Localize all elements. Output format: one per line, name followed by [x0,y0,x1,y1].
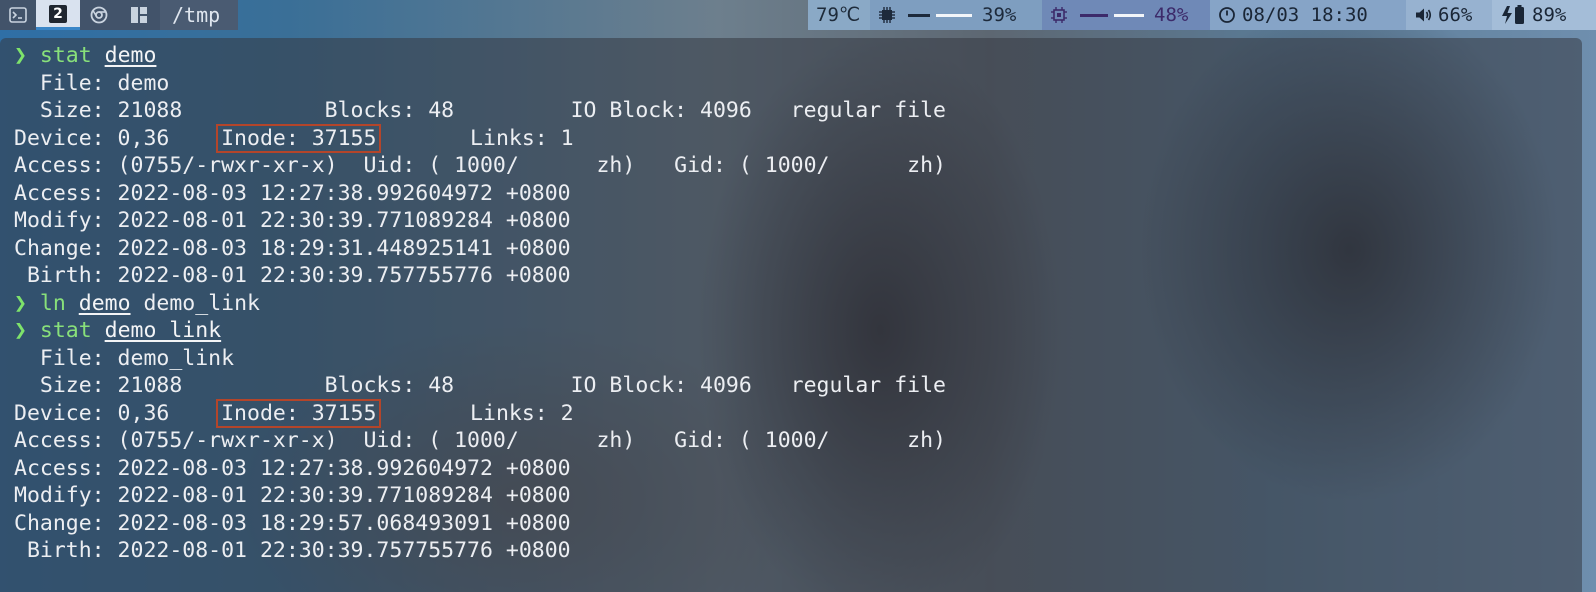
battery-module: 89% [1492,0,1596,30]
stat-device-line: Device: 0,36 Inode: 37155 Links: 1 [14,123,946,153]
cpu-module[interactable]: 39% [870,0,1042,30]
workspace-2-button[interactable]: 2 [36,0,80,30]
cpu-icon [878,6,896,24]
stat-birth-time-line: Birth: 2022-08-01 22:30:39.757755776 +08… [14,538,571,563]
stat-change-time-line: Change: 2022-08-03 18:29:57.068493091 +0… [14,510,571,536]
stat-access-time-line: Access: 2022-08-03 12:27:38.992604972 +0… [14,180,571,206]
prompt-symbol: ❯ [14,43,27,68]
terminal-output: ❯ stat demo File: demo Size: 21088 Block… [14,42,946,565]
speaker-icon [1414,6,1432,24]
clock-text: 08/03 18:30 [1242,4,1368,26]
links-text: Links: 1 [379,125,574,151]
grid-icon [131,7,147,23]
stat-access-perm-line: Access: (0755/-rwxr-xr-x) Uid: ( 1000/ z… [14,428,946,453]
battery-percent: 89% [1532,4,1567,26]
command-argument: demo [104,43,157,68]
stat-file-line: File: demo [14,70,170,96]
stat-access-time-line: Access: 2022-08-03 12:27:38.992604972 +0… [14,455,571,481]
top-status-bar: 2 /tmp 79℃ 39% 48% 08/03 18:30 66% 89% [0,0,1596,30]
workspace-1-button[interactable] [0,0,36,30]
memory-usage-bar [1080,13,1144,17]
volume-percent: 66% [1438,4,1473,26]
prompt-symbol: ❯ [14,290,27,316]
links-text: Links: 2 [379,400,574,426]
temperature-module: 79℃ [808,0,870,30]
command-name: ln [39,290,66,316]
clock-module[interactable]: 08/03 18:30 [1210,0,1406,30]
inode-highlight: Inode: 37155 [216,123,382,153]
inode-highlight: Inode: 37155 [216,398,382,428]
stat-device-line: Device: 0,36 Inode: 37155 Links: 2 [14,398,946,428]
terminal-icon [9,7,27,23]
cpu-percent: 39% [982,4,1017,26]
stat-modify-time-line: Modify: 2022-08-01 22:30:39.771089284 +0… [14,208,571,233]
stat-file-line: File: demo_link [14,345,235,371]
command-line: ❯ stat demo [14,42,946,70]
command-name: stat [39,318,92,343]
device-text: Device: 0,36 [14,400,222,426]
workspace-3-button[interactable] [80,0,118,30]
stat-size-line: Size: 21088 Blocks: 48 IO Block: 4096 re… [14,98,946,123]
current-directory: /tmp [160,0,238,30]
stat-birth-time-line: Birth: 2022-08-01 22:30:39.757755776 +08… [14,263,571,288]
prompt-symbol: ❯ [14,318,27,343]
battery-charging-icon [1500,5,1526,25]
memory-percent: 48% [1154,4,1189,26]
volume-module[interactable]: 66% [1406,0,1492,30]
stat-size-line: Size: 21088 Blocks: 48 IO Block: 4096 re… [14,373,946,398]
temperature-value: 79℃ [816,4,861,26]
command-argument: demo_link [130,290,260,316]
command-argument: demo [78,290,131,316]
memory-module[interactable]: 48% [1042,0,1210,30]
cpu-usage-bar [908,13,972,17]
command-name: stat [39,43,92,68]
stat-change-time-line: Change: 2022-08-03 18:29:31.448925141 +0… [14,235,571,261]
command-line: ❯ ln demo demo_link [14,290,946,318]
workspace-4-button[interactable] [118,0,160,30]
browser-icon [90,6,108,24]
stat-access-perm-line: Access: (0755/-rwxr-xr-x) Uid: ( 1000/ z… [14,153,946,178]
clock-icon [1218,6,1236,24]
workspace-2-label: 2 [49,4,67,23]
terminal-window[interactable]: ❯ stat demo File: demo Size: 21088 Block… [0,38,1582,592]
command-line: ❯ stat demo_link [14,317,946,345]
memory-icon [1050,6,1068,24]
stat-modify-time-line: Modify: 2022-08-01 22:30:39.771089284 +0… [14,483,571,508]
device-text: Device: 0,36 [14,125,222,151]
command-argument: demo_link [104,318,222,343]
